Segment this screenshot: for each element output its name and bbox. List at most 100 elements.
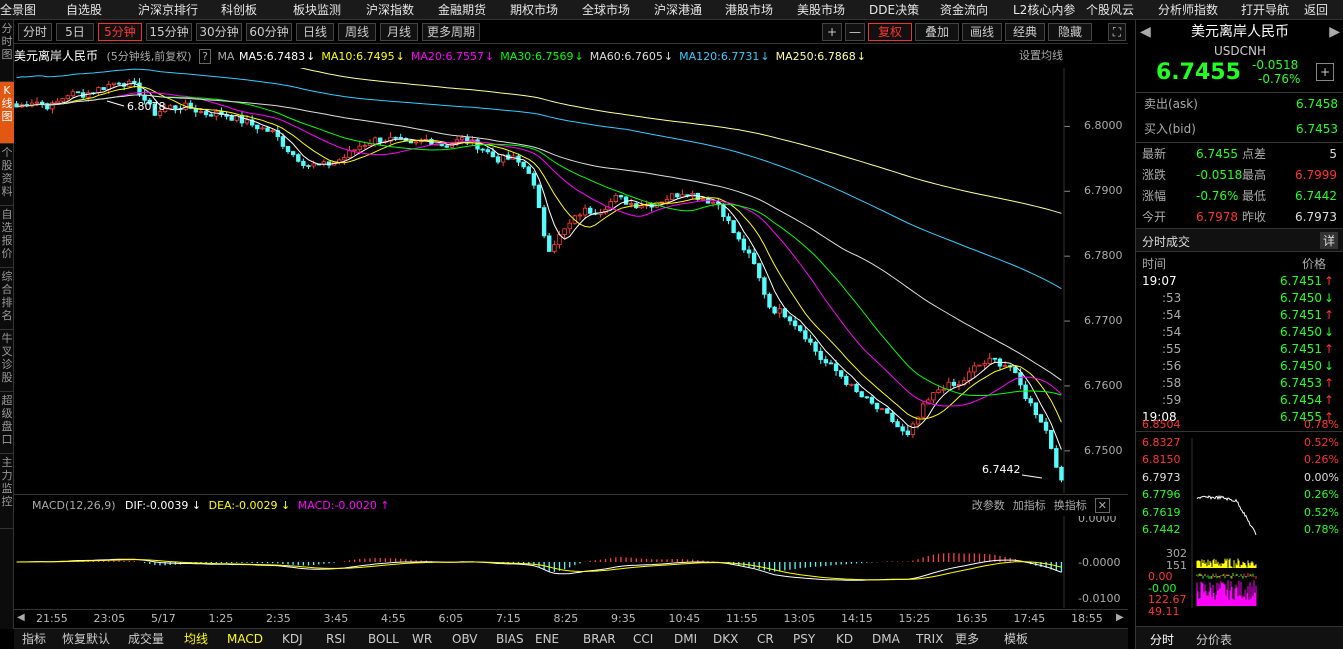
- nav-item-6[interactable]: 金融期货: [438, 2, 486, 18]
- toolbar-right-1[interactable]: —: [845, 23, 865, 41]
- toolbar-right-3[interactable]: 叠加: [915, 23, 959, 41]
- candle: [669, 193, 675, 200]
- candlestick-chart[interactable]: 6.8078 6.7442: [14, 68, 1128, 493]
- indicator-tab-21[interactable]: 更多: [955, 631, 979, 647]
- indicator-tab-18[interactable]: KD: [836, 631, 853, 647]
- nav-item-10[interactable]: 港股市场: [725, 2, 773, 18]
- indicator-tab-0[interactable]: 指标: [22, 631, 46, 647]
- candle: [1054, 445, 1059, 468]
- deals-time-col: 时间: [1142, 257, 1167, 271]
- period-3[interactable]: 15分钟: [146, 23, 192, 41]
- nav-item-18[interactable]: 返回: [1304, 2, 1328, 18]
- indicator-tab-9[interactable]: OBV: [452, 631, 478, 647]
- candle: [997, 357, 1003, 370]
- indicator-tab-2[interactable]: 成交量: [128, 631, 164, 647]
- indicator-tab-4[interactable]: MACD: [227, 631, 263, 647]
- indicator-tab-12[interactable]: BRAR: [583, 631, 616, 647]
- nav-item-7[interactable]: 期权市场: [510, 2, 558, 18]
- indicator-tab-22[interactable]: 模板: [1004, 631, 1028, 647]
- add-favorite-button[interactable]: +: [1316, 63, 1334, 81]
- left-tab-3[interactable]: 自选报价: [0, 206, 14, 268]
- indicator-tab-19[interactable]: DMA: [872, 631, 900, 647]
- indicator-tab-15[interactable]: DKX: [713, 631, 738, 647]
- down-arrow-icon: ↓: [760, 50, 770, 63]
- toolbar-right-4[interactable]: 画线: [962, 23, 1002, 41]
- time-label: 13:05: [783, 612, 816, 625]
- left-tab-2[interactable]: 个股资料: [0, 144, 14, 206]
- candle: [137, 78, 142, 97]
- nav-item-1[interactable]: 自选股: [66, 2, 102, 18]
- time-label: 5/17: [151, 612, 176, 625]
- nav-item-3[interactable]: 科创板: [221, 2, 257, 18]
- deals-detail-button[interactable]: 详: [1319, 232, 1338, 249]
- nav-item-14[interactable]: L2核心内参: [1013, 2, 1075, 18]
- indicator-tab-1[interactable]: 恢复默认: [62, 631, 110, 647]
- nav-item-5[interactable]: 沪深指数: [366, 2, 414, 18]
- indicator-tab-5[interactable]: KDJ: [282, 631, 303, 647]
- set-ma-button[interactable]: 设置均线: [1019, 45, 1063, 67]
- indicator-tab-6[interactable]: RSI: [326, 631, 346, 647]
- nav-item-16[interactable]: 分析师指数: [1158, 2, 1218, 18]
- scroll-left-icon[interactable]: ◀: [17, 612, 25, 623]
- period-7[interactable]: 周线: [338, 23, 376, 41]
- mini-price-label: 6.8504: [1142, 418, 1181, 431]
- nav-item-13[interactable]: 资金流向: [940, 2, 988, 18]
- next-arrow-icon[interactable]: ▶: [1329, 22, 1340, 42]
- prev-arrow-icon[interactable]: ◀: [1140, 22, 1151, 42]
- toolbar-right-0[interactable]: +: [822, 23, 842, 41]
- nav-item-9[interactable]: 沪深港通: [654, 2, 702, 18]
- period-2[interactable]: 5分钟: [98, 23, 142, 41]
- candle: [798, 324, 803, 333]
- nav-item-0[interactable]: 全景图: [0, 2, 36, 18]
- nav-item-15[interactable]: 个股风云: [1086, 2, 1134, 18]
- nav-item-8[interactable]: 全球市场: [582, 2, 630, 18]
- toolbar-right-5[interactable]: 经典: [1005, 23, 1045, 41]
- candle: [127, 78, 132, 88]
- nav-item-12[interactable]: DDE决策: [869, 2, 919, 18]
- macd-action-0[interactable]: 改参数: [972, 499, 1005, 512]
- nav-item-4[interactable]: 板块监测: [293, 2, 341, 18]
- left-tab-4[interactable]: 综合排名: [0, 268, 14, 330]
- macd-action-2[interactable]: 换指标: [1054, 499, 1087, 512]
- indicator-tab-11[interactable]: ENE: [535, 631, 559, 647]
- indicator-tab-10[interactable]: BIAS: [496, 631, 524, 647]
- indicator-tab-17[interactable]: PSY: [793, 631, 815, 647]
- left-tab-5[interactable]: 牛叉诊股: [0, 330, 14, 392]
- nav-item-2[interactable]: 沪深京排行: [138, 2, 198, 18]
- tab-price-table[interactable]: 分价表: [1196, 631, 1232, 648]
- toolbar-right-6[interactable]: 隐藏: [1048, 23, 1092, 41]
- help-button[interactable]: ?: [199, 49, 211, 64]
- scroll-right-icon[interactable]: ▶: [1116, 612, 1124, 623]
- indicator-tab-13[interactable]: CCI: [633, 631, 653, 647]
- indicator-tab-3[interactable]: 均线: [184, 631, 208, 647]
- macd-chart[interactable]: 0.0000 -0.0000 -0.0100: [14, 516, 1128, 608]
- indicator-tab-8[interactable]: WR: [412, 631, 432, 647]
- left-tab-0[interactable]: 分时图: [0, 20, 14, 82]
- period-9[interactable]: 更多周期: [422, 23, 480, 41]
- period-6[interactable]: 日线: [296, 23, 334, 41]
- candle: [193, 104, 199, 118]
- nav-item-17[interactable]: 打开导航: [1241, 2, 1289, 18]
- period-4[interactable]: 30分钟: [196, 23, 242, 41]
- indicator-tab-16[interactable]: CR: [757, 631, 774, 647]
- left-tab-6[interactable]: 超级盘口: [0, 392, 14, 454]
- period-1[interactable]: 5日: [56, 23, 94, 41]
- tab-intraday[interactable]: 分时: [1150, 631, 1174, 648]
- indicator-tab-7[interactable]: BOLL: [368, 631, 399, 647]
- toolbar-right-2[interactable]: 复权: [868, 23, 912, 41]
- fullscreen-icon[interactable]: ⛶: [1108, 23, 1126, 41]
- left-tab-1[interactable]: K线图: [0, 82, 14, 144]
- stat-label: 最新: [1142, 147, 1167, 161]
- deals-columns: 时间 价格: [1136, 254, 1343, 274]
- candle: [511, 152, 516, 160]
- nav-item-11[interactable]: 美股市场: [797, 2, 845, 18]
- period-8[interactable]: 月线: [380, 23, 418, 41]
- indicator-tab-20[interactable]: TRIX: [916, 631, 943, 647]
- low-annotation: 6.7442: [982, 463, 1021, 476]
- period-5[interactable]: 60分钟: [246, 23, 292, 41]
- indicator-tab-14[interactable]: DMI: [674, 631, 697, 647]
- macd-action-1[interactable]: 加指标: [1013, 499, 1046, 512]
- left-tab-7[interactable]: 主力监控: [0, 454, 14, 529]
- period-0[interactable]: 分时: [18, 23, 52, 41]
- close-icon[interactable]: ✕: [1094, 498, 1110, 513]
